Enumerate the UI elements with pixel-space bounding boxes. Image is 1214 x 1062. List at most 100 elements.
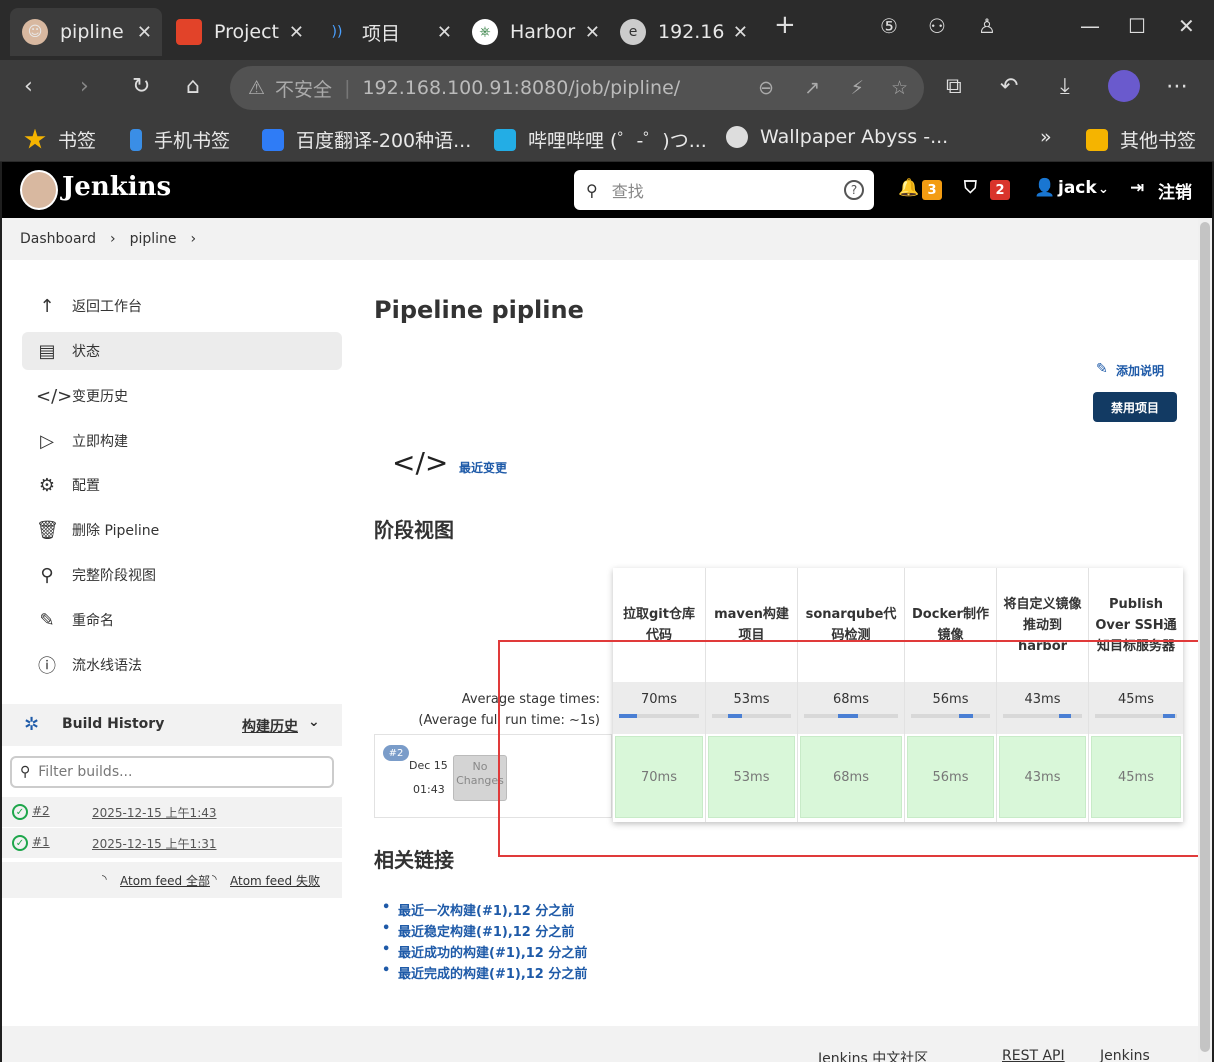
reload-icon[interactable]: ↻: [132, 74, 150, 99]
bookmark-item[interactable]: 手机书签: [130, 126, 230, 153]
profile-avatar[interactable]: [1108, 70, 1140, 102]
close-icon[interactable]: ✕: [733, 22, 748, 43]
related-link[interactable]: 最近稳定构建(#1),12 分之前: [382, 921, 574, 940]
separator: |: [344, 77, 351, 99]
bookmark-item[interactable]: 哔哩哔哩 (゜-゜)つ...: [494, 126, 707, 153]
minimize-icon[interactable]: —: [1080, 14, 1100, 38]
scrollbar-thumb[interactable]: [1200, 222, 1210, 1052]
tab-project[interactable]: Project ✕: [164, 8, 314, 56]
bookmarks-overflow-button[interactable]: »: [1040, 126, 1052, 148]
back-icon[interactable]: ‹: [24, 74, 33, 99]
filter-builds-input[interactable]: ⚲ Filter builds...: [10, 756, 334, 788]
more-menu-icon[interactable]: ⋯: [1166, 74, 1188, 99]
user-icon: 👤: [1034, 178, 1056, 198]
sidebar-item-full-stage-view[interactable]: ⚲ 完整阶段视图: [22, 556, 342, 594]
build-link[interactable]: #1: [32, 835, 50, 849]
maximize-icon[interactable]: ☐: [1128, 14, 1146, 38]
extensions-icon[interactable]: ⧉: [946, 74, 962, 99]
success-icon: ✓: [12, 835, 28, 851]
security-label: 不安全: [275, 78, 333, 101]
tab-ip[interactable]: e 192.16 ✕: [608, 8, 758, 56]
build-row[interactable]: ✓ #1 2025-12-15 上午1:31: [2, 828, 342, 858]
close-icon[interactable]: ✕: [437, 22, 452, 43]
feed-failed-link[interactable]: Atom feed 失败: [230, 872, 320, 889]
tab-label: 项目: [362, 22, 401, 45]
sidebar-item-changes[interactable]: </> 变更历史: [22, 377, 342, 415]
shirt-icon[interactable]: ♙: [978, 14, 996, 38]
build-row[interactable]: ✓ #2 2025-12-15 上午1:43: [2, 797, 342, 827]
bookmark-star-icon[interactable]: ☆: [891, 77, 908, 99]
pencil-icon: ✎: [1096, 361, 1108, 377]
community-link[interactable]: Jenkins 中文社区: [818, 1048, 928, 1062]
url-text: 192.168.100.91:8080/job/pipline/: [362, 77, 681, 99]
breadcrumb: Dashboard › pipline ›: [2, 218, 1198, 260]
sidebar-item-delete[interactable]: 🗑 删除 Pipeline: [22, 511, 342, 549]
chevron-right-icon[interactable]: ›: [191, 231, 197, 247]
sidebar-item-status[interactable]: ▤ 状态: [22, 332, 342, 370]
tab-pipline[interactable]: ☺ pipline ✕: [10, 8, 162, 56]
recent-changes-link[interactable]: 最近变更: [459, 459, 507, 476]
folder-icon: [1086, 128, 1108, 151]
bookmark-item[interactable]: 其他书签: [1086, 126, 1196, 153]
sidebar-item-rename[interactable]: ✎ 重命名: [22, 601, 342, 639]
jenkins-logo[interactable]: [20, 170, 58, 210]
related-link[interactable]: 最近成功的构建(#1),12 分之前: [382, 942, 587, 961]
sidebar-item-label: 状态: [72, 344, 100, 360]
build-tag[interactable]: #2: [383, 745, 409, 761]
tab-xiangmu[interactable]: )) 项目 ✕: [312, 8, 462, 56]
breadcrumb-dashboard[interactable]: Dashboard: [20, 231, 96, 247]
close-icon[interactable]: ✕: [289, 22, 304, 43]
close-icon[interactable]: ✕: [585, 22, 600, 43]
security-badge[interactable]: 2: [990, 180, 1010, 200]
build-link[interactable]: #2: [32, 804, 50, 818]
search-icon: ⚲: [20, 764, 31, 780]
chevron-down-icon[interactable]: ⌄: [1098, 182, 1109, 197]
sidebar-item-configure[interactable]: ⚙ 配置: [22, 466, 342, 504]
shield-icon[interactable]: ⛉: [964, 178, 977, 198]
sidebar-item-back[interactable]: ↑ 返回工作台: [22, 287, 342, 325]
lightning-icon[interactable]: ⚡: [851, 77, 864, 99]
window-close-icon[interactable]: ✕: [1178, 14, 1195, 38]
bookmark-item[interactable]: 百度翻译-200种语...: [262, 126, 471, 153]
search-icon: ⚲: [40, 564, 54, 586]
breadcrumb-job[interactable]: pipline: [130, 231, 177, 247]
undo-icon[interactable]: ↶: [1000, 74, 1018, 99]
bookmark-item[interactable]: 书签: [24, 126, 96, 153]
forward-icon[interactable]: ›: [80, 74, 89, 99]
bookmark-label: 百度翻译-200种语...: [296, 130, 472, 152]
logout-link[interactable]: 注销: [1158, 178, 1192, 203]
url-field[interactable]: ⚠ 不安全 | 192.168.100.91:8080/job/pipline/…: [230, 66, 924, 110]
bookmark-item[interactable]: Wallpaper Abyss -...: [726, 126, 948, 148]
tab-count-icon[interactable]: ⑤: [880, 14, 898, 38]
new-tab-button[interactable]: +: [774, 10, 796, 40]
rss-icon: ◝: [102, 872, 107, 886]
download-icon[interactable]: ⤓: [1060, 74, 1070, 99]
build-time-link[interactable]: 2025-12-15 上午1:31: [92, 835, 217, 852]
scrollbar[interactable]: [1198, 218, 1212, 1062]
search-input[interactable]: ⚲ 查找 ?: [574, 170, 874, 210]
sidebar-item-build-now[interactable]: ▷ 立即构建: [22, 422, 342, 460]
chevron-down-icon[interactable]: ⌄: [308, 714, 320, 730]
home-icon[interactable]: ⌂: [186, 74, 200, 99]
related-link[interactable]: 最近一次构建(#1),12 分之前: [382, 900, 574, 919]
tab-harbor[interactable]: ⎈ Harbor ✕: [460, 8, 610, 56]
jenkins-title[interactable]: Jenkins: [62, 172, 171, 202]
rest-api-link[interactable]: REST API: [1002, 1048, 1065, 1062]
bell-icon[interactable]: 🔔: [898, 178, 919, 198]
bookmarks-bar: 书签 手机书签 百度翻译-200种语... 哔哩哔哩 (゜-゜)つ... Wal…: [0, 116, 1214, 162]
trend-link[interactable]: 构建历史: [242, 716, 298, 736]
user-menu[interactable]: jack: [1058, 178, 1097, 198]
related-link[interactable]: 最近完成的构建(#1),12 分之前: [382, 963, 587, 982]
help-icon[interactable]: ?: [844, 180, 864, 200]
incognito-icon[interactable]: ⚇: [928, 14, 946, 38]
share-icon[interactable]: ↗: [804, 77, 820, 99]
build-time-link[interactable]: 2025-12-15 上午1:43: [92, 804, 217, 821]
notification-badge[interactable]: 3: [922, 180, 942, 200]
add-description-link[interactable]: 添加说明: [1116, 362, 1164, 379]
main-content: ↑ 返回工作台 ▤ 状态 </> 变更历史 ▷ 立即构建 ⚙ 配置 🗑 删除 Pipelin…: [2, 260, 1205, 1026]
disable-project-button[interactable]: 禁用项目: [1093, 392, 1177, 422]
zoom-icon[interactable]: ⊖: [758, 77, 774, 99]
close-icon[interactable]: ✕: [137, 22, 152, 43]
sidebar-item-pipeline-syntax[interactable]: ⓘ 流水线语法: [22, 646, 342, 684]
feed-all-link[interactable]: Atom feed 全部: [120, 872, 210, 889]
